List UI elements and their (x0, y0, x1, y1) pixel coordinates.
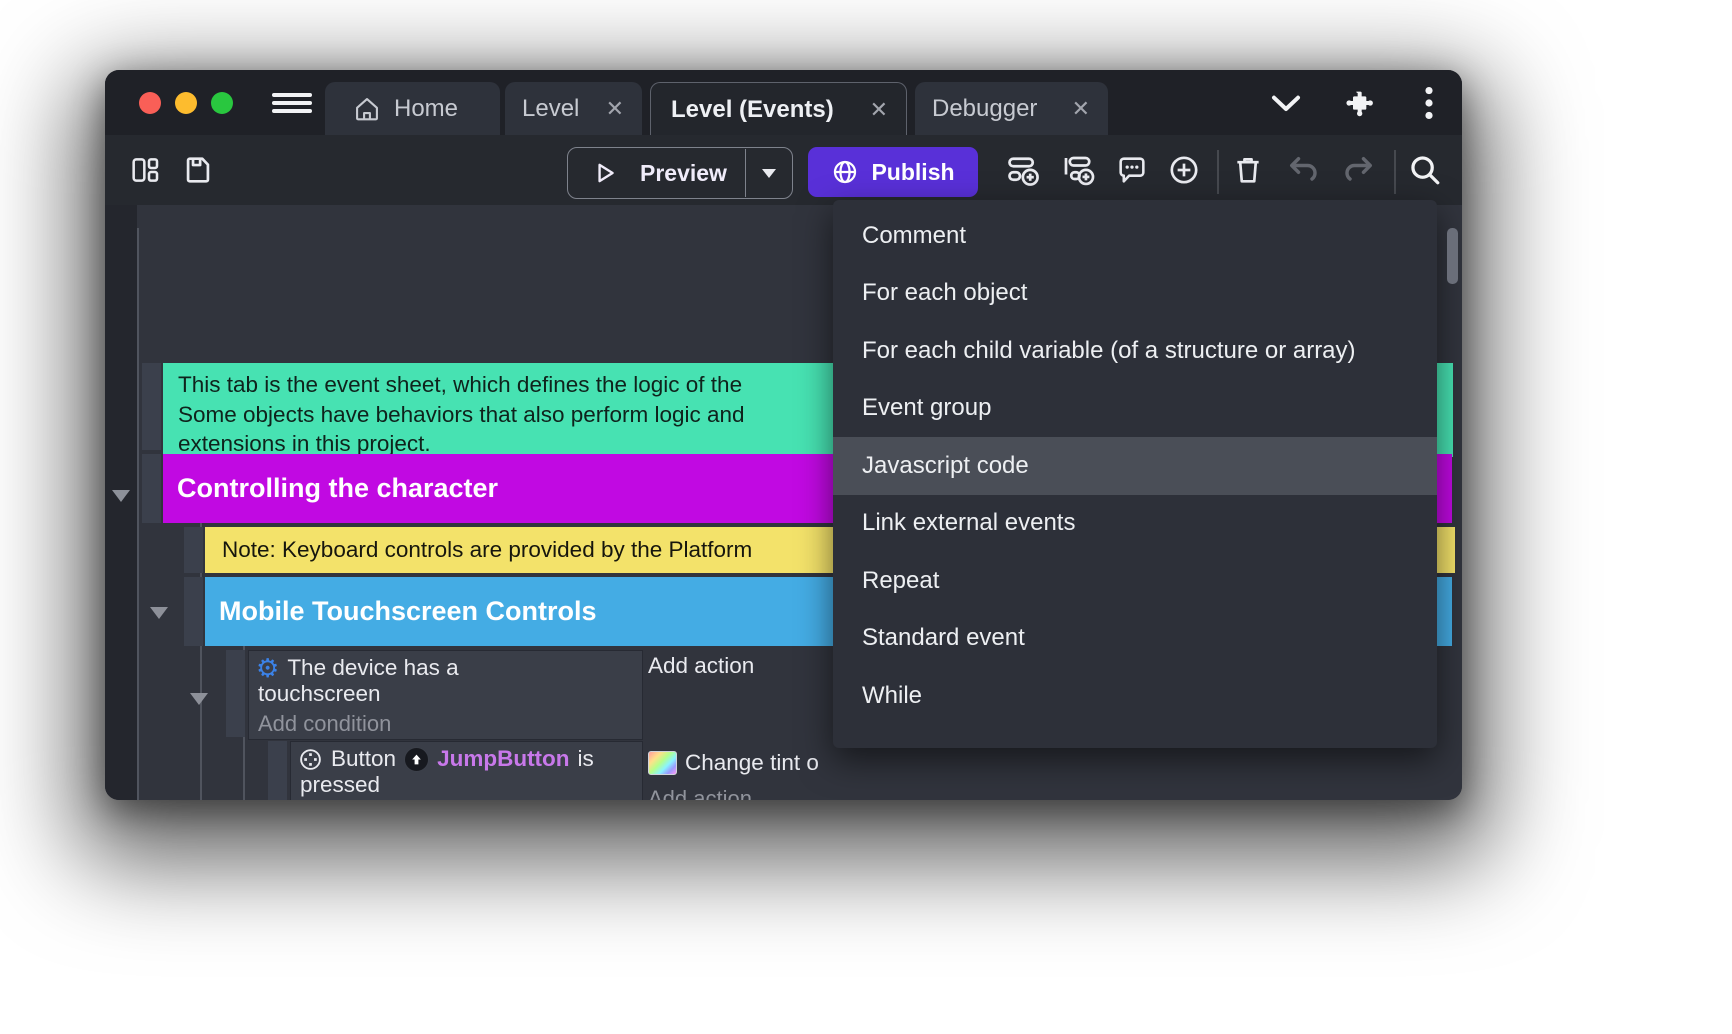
tab-home[interactable]: Home (325, 82, 500, 135)
condition-text: pressed (291, 772, 642, 798)
vertical-scrollbar-thumb[interactable] (1447, 228, 1458, 284)
note-text: Note: Keyboard controls are provided by … (222, 537, 752, 563)
menu-item-for-each-child-variable[interactable]: For each child variable (of a structure … (833, 322, 1437, 380)
tab-debugger[interactable]: Debugger ✕ (915, 82, 1108, 135)
collapse-toggle-icon[interactable] (190, 693, 208, 705)
event-margin-bar (268, 741, 287, 800)
condition-cell-touchscreen[interactable]: ⚙ The device has a touchscreen Add condi… (248, 650, 643, 740)
menu-item-standard-event[interactable]: Standard event (833, 610, 1437, 668)
add-action-link[interactable]: Add action (648, 776, 819, 800)
condition-text: The device has a (287, 655, 458, 681)
indent-guide (137, 228, 139, 800)
condition-cell-jump-pressed[interactable]: Button JumpButton is pressed 1 Trigger o… (290, 741, 643, 800)
menu-item-while[interactable]: While (833, 667, 1437, 725)
close-icon[interactable]: ✕ (588, 96, 642, 122)
event-margin-bar (142, 363, 161, 450)
redo-icon[interactable] (1341, 135, 1377, 205)
layout-panels-icon[interactable] (129, 135, 161, 205)
menu-item-javascript-code[interactable]: Javascript code (833, 437, 1437, 495)
action-cell-change-tint[interactable]: Change tint o Add action (648, 750, 819, 800)
add-event-context-menu: Comment For each object For each child v… (833, 200, 1437, 748)
divider (1217, 150, 1219, 194)
menu-item-event-group[interactable]: Event group (833, 380, 1437, 438)
action-text: Change tint o (685, 750, 819, 776)
globe-icon (831, 158, 859, 186)
close-window-button[interactable] (139, 92, 161, 114)
addons-puzzle-icon[interactable] (1343, 70, 1375, 135)
add-event-icon[interactable] (1005, 135, 1041, 205)
delete-icon[interactable] (1231, 135, 1265, 205)
tab-level-events[interactable]: Level (Events) ✕ (650, 82, 907, 136)
event-margin-bar (184, 577, 203, 646)
chevron-down-icon[interactable] (1270, 70, 1302, 135)
publish-label: Publish (871, 159, 954, 186)
condition-text: Button (331, 746, 396, 772)
tab-label: Debugger (932, 95, 1037, 123)
preview-label: Preview (640, 160, 727, 187)
condition-text: touchscreen (249, 681, 642, 707)
object-name: JumpButton (437, 746, 569, 772)
divider (745, 149, 747, 197)
home-icon (353, 95, 381, 123)
screenshot-stage: Home Level ✕ Level (Events) ✕ Debugger ✕ (0, 0, 1732, 1034)
menu-item-link-external-events[interactable]: Link external events (833, 495, 1437, 553)
event-margin-bar (226, 650, 245, 737)
event-margin-bar (142, 454, 161, 523)
menu-item-comment[interactable]: Comment (833, 207, 1437, 265)
titlebar: Home Level ✕ Level (Events) ✕ Debugger ✕ (105, 70, 1462, 135)
undo-icon[interactable] (1285, 135, 1321, 205)
group-title: Controlling the character (177, 473, 498, 504)
collapse-toggle-icon[interactable] (112, 490, 130, 502)
save-icon[interactable] (181, 135, 215, 205)
gamepad-icon (298, 747, 323, 772)
search-icon[interactable] (1408, 135, 1442, 205)
tab-label: Level (522, 95, 579, 123)
add-comment-icon[interactable] (1115, 135, 1149, 205)
collapse-toggle-icon[interactable] (150, 607, 168, 619)
close-icon[interactable]: ✕ (852, 97, 906, 123)
kebab-menu-icon[interactable] (1423, 70, 1435, 135)
tab-level[interactable]: Level ✕ (505, 82, 642, 135)
jumpbutton-object-icon (404, 747, 429, 772)
close-icon[interactable]: ✕ (1054, 96, 1108, 122)
play-icon (592, 160, 618, 186)
add-circle-icon[interactable] (1167, 135, 1201, 205)
toolbar: Preview Publish (105, 135, 1462, 205)
app-window: Home Level ✕ Level (Events) ✕ Debugger ✕ (105, 70, 1462, 800)
add-subevent-icon[interactable] (1060, 135, 1096, 205)
zoom-window-button[interactable] (211, 92, 233, 114)
system-gear-icon: ⚙ (256, 656, 279, 680)
preview-button[interactable]: Preview (567, 147, 793, 199)
menu-item-for-each-object[interactable]: For each object (833, 265, 1437, 323)
divider (1394, 150, 1396, 194)
group-title: Mobile Touchscreen Controls (219, 596, 597, 627)
caret-down-icon[interactable] (760, 167, 778, 179)
tab-label: Home (394, 95, 458, 123)
main-menu-icon[interactable] (272, 93, 312, 113)
sheet-margin (105, 205, 137, 800)
minimize-window-button[interactable] (175, 92, 197, 114)
add-condition-link[interactable]: Add condition (249, 707, 642, 737)
publish-button[interactable]: Publish (808, 147, 978, 197)
add-action-link[interactable]: Add action (648, 653, 754, 679)
tab-label: Level (Events) (671, 96, 834, 124)
condition-text: is (578, 746, 594, 772)
event-margin-bar (184, 527, 203, 573)
tint-color-icon (648, 751, 677, 775)
menu-item-repeat[interactable]: Repeat (833, 552, 1437, 610)
